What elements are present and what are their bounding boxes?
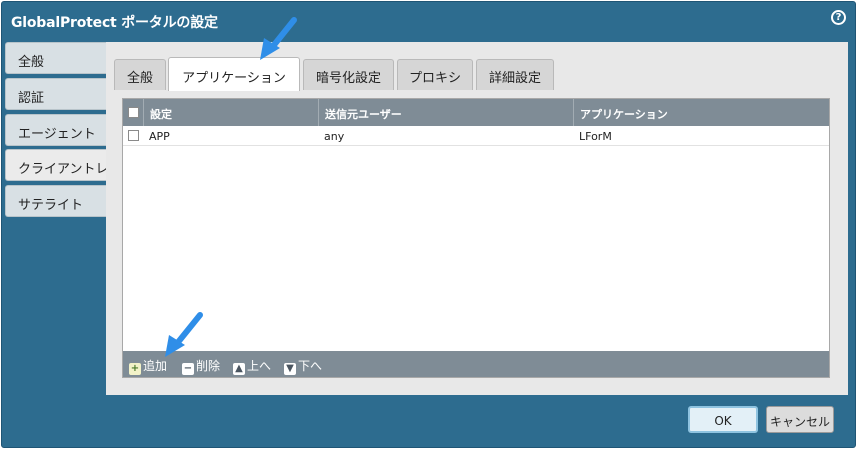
ok-button[interactable]: OK [688,406,758,433]
move-down-label: 下へ [298,359,323,373]
cell-source-user: any [324,130,345,143]
cell-application: LForM [579,130,612,143]
application-config-table: 設定 送信元ユーザー アプリケーション APP any LForM + 追加 − 削… [122,98,830,378]
cancel-button[interactable]: キャンセル [766,406,834,433]
minus-icon: − [182,363,194,375]
column-header-application[interactable]: アプリケーション [573,99,829,126]
dialog-title: GlobalProtect ポータルの設定 [11,15,218,31]
pointer-arrow-icon [165,312,203,357]
arrow-up-icon: ▲ [233,363,245,375]
tab-advanced[interactable]: 詳細設定 [476,59,554,90]
delete-label: 削除 [196,359,221,373]
plus-icon: + [129,363,141,375]
tab-encryption[interactable]: 暗号化設定 [303,59,394,90]
table-row[interactable]: APP any LForM [123,126,829,146]
cell-setting[interactable]: APP [149,130,170,143]
tab-application[interactable]: アプリケーション [168,57,300,91]
content-panel: 全般 アプリケーション 暗号化設定 プロキシ 詳細設定 設定 送信元ユーザー ア… [106,42,848,395]
pointer-arrow-icon [260,17,297,60]
column-header-source-user[interactable]: 送信元ユーザー [318,99,573,126]
select-all-checkbox[interactable] [128,107,139,118]
tab-general[interactable]: 全般 [114,59,166,90]
arrow-down-icon: ▼ [284,363,296,375]
add-label: 追加 [143,359,168,373]
sidebar-item-authentication[interactable]: 認証 [5,78,107,110]
help-icon[interactable]: ? [831,10,846,25]
tab-proxy[interactable]: プロキシ [397,59,473,90]
column-header-setting[interactable]: 設定 [143,99,318,126]
dialog-titlebar: GlobalProtect ポータルの設定 ? [2,2,855,40]
sidebar-item-agent[interactable]: エージェント [5,114,107,146]
sidebar-item-clientless[interactable]: クライアントレ [5,149,107,181]
move-down-button[interactable]: ▼ 下へ [284,357,322,375]
move-up-label: 上へ [247,359,272,373]
sidebar-item-general[interactable]: 全般 [5,42,107,74]
move-up-button[interactable]: ▲ 上へ [233,357,271,375]
row-checkbox[interactable] [128,130,139,141]
sidebar-item-satellite[interactable]: サテライト [5,185,107,217]
table-header: 設定 送信元ユーザー アプリケーション [123,99,829,126]
table-toolbar: + 追加 − 削除 ▲ 上へ ▼ 下へ [123,351,829,377]
